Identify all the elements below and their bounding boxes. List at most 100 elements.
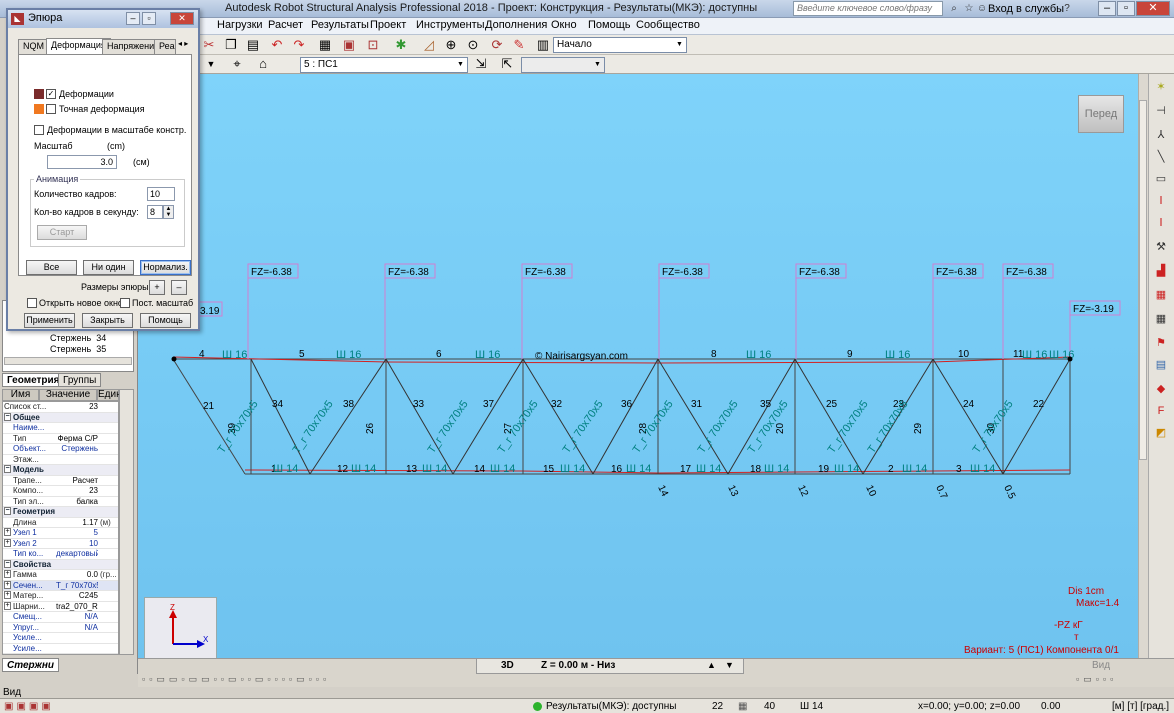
- plate-icon[interactable]: ◆: [1153, 382, 1169, 396]
- mode-combo[interactable]: ▼: [521, 57, 605, 73]
- prop-section[interactable]: − Свойства: [3, 559, 118, 570]
- collapse-icon[interactable]: −: [4, 507, 11, 515]
- collapse-icon[interactable]: −: [4, 465, 11, 473]
- prop-value[interactable]: 0.0: [56, 570, 98, 579]
- release-icon[interactable]: ⚒: [1153, 240, 1169, 254]
- dialog-minimize-button[interactable]: –: [126, 12, 140, 25]
- load-case-combo[interactable]: 5 : ПС1 ▼: [300, 57, 468, 73]
- member-icon[interactable]: Ⅰ: [1153, 216, 1169, 230]
- prop-value[interactable]: tra2_070_RE: [56, 602, 98, 611]
- properties-grid[interactable]: Список ст... 23− Общее Наиме... Тип Ферма С/Р…: [2, 401, 119, 655]
- close-button[interactable]: ✕: [1136, 1, 1170, 16]
- prop-value[interactable]: балка: [56, 497, 98, 506]
- expand-icon[interactable]: +: [4, 601, 11, 610]
- level-down-icon[interactable]: ▲: [707, 660, 716, 670]
- prop-value[interactable]: 10: [56, 539, 98, 548]
- collapse-icon[interactable]: −: [4, 412, 11, 421]
- start-button[interactable]: Старт: [37, 225, 87, 240]
- prop-row[interactable]: Тип эл... балка: [3, 497, 118, 507]
- expand-icon[interactable]: +: [4, 570, 11, 578]
- prop-row[interactable]: Трапе... Расчет: [3, 476, 118, 486]
- undo-icon[interactable]: ↶: [268, 37, 286, 53]
- bar-tool-icon[interactable]: ⊣: [1153, 104, 1169, 118]
- tree-item[interactable]: Стержень 35: [50, 344, 106, 354]
- scaled-checkbox[interactable]: [34, 125, 44, 135]
- all-button[interactable]: Все: [26, 260, 77, 275]
- prop-value[interactable]: C245: [56, 591, 98, 600]
- menu-loads[interactable]: Нагрузки: [217, 19, 263, 31]
- prop-row[interactable]: Этаж...: [3, 455, 118, 465]
- deformation-checkbox[interactable]: ✓: [46, 89, 56, 99]
- support-icon[interactable]: ⅄: [1153, 128, 1169, 142]
- measure-icon[interactable]: ◿: [420, 37, 438, 53]
- display-toggle-icons[interactable]: ▫▫▭▭▫▭▭▫▫▭▫▫▭▫▫▫▫▭▫▫▫: [142, 674, 682, 686]
- solid-icon[interactable]: ◩: [1153, 426, 1169, 440]
- dialog-maximize-button[interactable]: ▫: [142, 12, 156, 25]
- prop-row[interactable]: Усиле...: [3, 644, 118, 654]
- scale-input[interactable]: 3.0: [47, 155, 117, 169]
- load-icon[interactable]: ⚑: [1153, 336, 1169, 350]
- copy-icon[interactable]: ❐: [222, 37, 240, 53]
- layout-combo[interactable]: Начало ▼: [553, 37, 687, 53]
- menu-analysis[interactable]: Расчет: [268, 19, 303, 31]
- tab-bars[interactable]: Стержни: [2, 658, 60, 672]
- status-units[interactable]: [м] [т] [град.]: [1112, 701, 1169, 712]
- frames-input[interactable]: 10: [147, 187, 175, 201]
- zoom-icon[interactable]: ⊕: [442, 37, 460, 53]
- line-icon[interactable]: ╲: [1153, 150, 1169, 164]
- binoculars-icon[interactable]: ⌕: [947, 2, 961, 16]
- prop-row[interactable]: Упруг... N/A: [3, 623, 118, 633]
- prop-row[interactable]: Длина 1.17 (м): [3, 518, 118, 528]
- expand-icon[interactable]: +: [4, 528, 11, 536]
- new-window-checkbox[interactable]: [27, 298, 37, 308]
- prop-row[interactable]: Тип ко... декартовый: [3, 549, 118, 560]
- tree-item[interactable]: Стержень 34: [50, 333, 106, 343]
- prop-value[interactable]: 1.17: [56, 518, 98, 527]
- dropdown-arrow-icon[interactable]: ▼: [202, 56, 220, 72]
- status-left-icons[interactable]: ▣▣▣▣: [4, 701, 54, 712]
- expand-icon[interactable]: +: [4, 538, 11, 547]
- shell-icon[interactable]: F: [1153, 404, 1169, 418]
- select-icon[interactable]: ⌖: [228, 56, 246, 72]
- report-icon[interactable]: ▣: [340, 37, 358, 53]
- prop-section[interactable]: − Общее: [3, 412, 118, 423]
- prop-section[interactable]: − Геометрия: [3, 507, 118, 518]
- expand-icon[interactable]: +: [4, 591, 11, 599]
- menu-results[interactable]: Результаты: [311, 19, 369, 31]
- exact-color[interactable]: [34, 104, 44, 114]
- star-icon[interactable]: ☆: [962, 2, 976, 16]
- exact-deformation-checkbox[interactable]: [46, 104, 56, 114]
- cut-icon[interactable]: ✂: [200, 37, 218, 53]
- menu-project[interactable]: Проект: [370, 19, 406, 31]
- prop-value[interactable]: 23: [56, 402, 98, 411]
- prop-row[interactable]: + Сечен... Т_г 70x70x5: [3, 580, 118, 591]
- prop-row[interactable]: Смещ... N/A: [3, 612, 118, 623]
- deformation-color[interactable]: [34, 89, 44, 99]
- next-case-icon[interactable]: ⇲: [472, 56, 490, 72]
- chevron-down-icon[interactable]: ▼: [592, 59, 603, 71]
- prop-value[interactable]: декартовый: [56, 549, 98, 558]
- none-button[interactable]: Ни один: [83, 260, 134, 275]
- tree-hscrollbar[interactable]: [4, 357, 132, 365]
- help-button[interactable]: Помощь: [140, 313, 191, 328]
- menu-help[interactable]: Помощь: [588, 19, 631, 31]
- prop-row[interactable]: + Матер... C245: [3, 591, 118, 602]
- prop-row[interactable]: Наиме...: [3, 423, 118, 434]
- size-plus-button[interactable]: +: [149, 280, 165, 295]
- view-icon[interactable]: ⌂: [254, 56, 272, 72]
- menu-window[interactable]: Окно: [551, 19, 577, 31]
- node-tool-icon[interactable]: ✶: [1153, 80, 1169, 94]
- collapse-icon[interactable]: −: [4, 559, 11, 568]
- expand-icon[interactable]: +: [4, 580, 11, 589]
- menu-community[interactable]: Сообщество: [636, 19, 700, 31]
- vid-button[interactable]: Вид: [1092, 660, 1110, 671]
- prop-row[interactable]: Тип Ферма С/Р: [3, 434, 118, 444]
- tab-scroll[interactable]: ◂ ▸: [178, 39, 198, 52]
- refresh-icon[interactable]: ⟳: [488, 37, 506, 53]
- prop-value[interactable]: Т_г 70x70x5: [56, 581, 98, 590]
- level-up-icon[interactable]: ▼: [725, 660, 734, 670]
- tab-reactions[interactable]: Реа: [154, 39, 176, 54]
- prop-row[interactable]: Компо... 23: [3, 486, 118, 497]
- prop-section[interactable]: − Модель: [3, 465, 118, 476]
- prop-row[interactable]: Список ст... 23: [3, 402, 118, 413]
